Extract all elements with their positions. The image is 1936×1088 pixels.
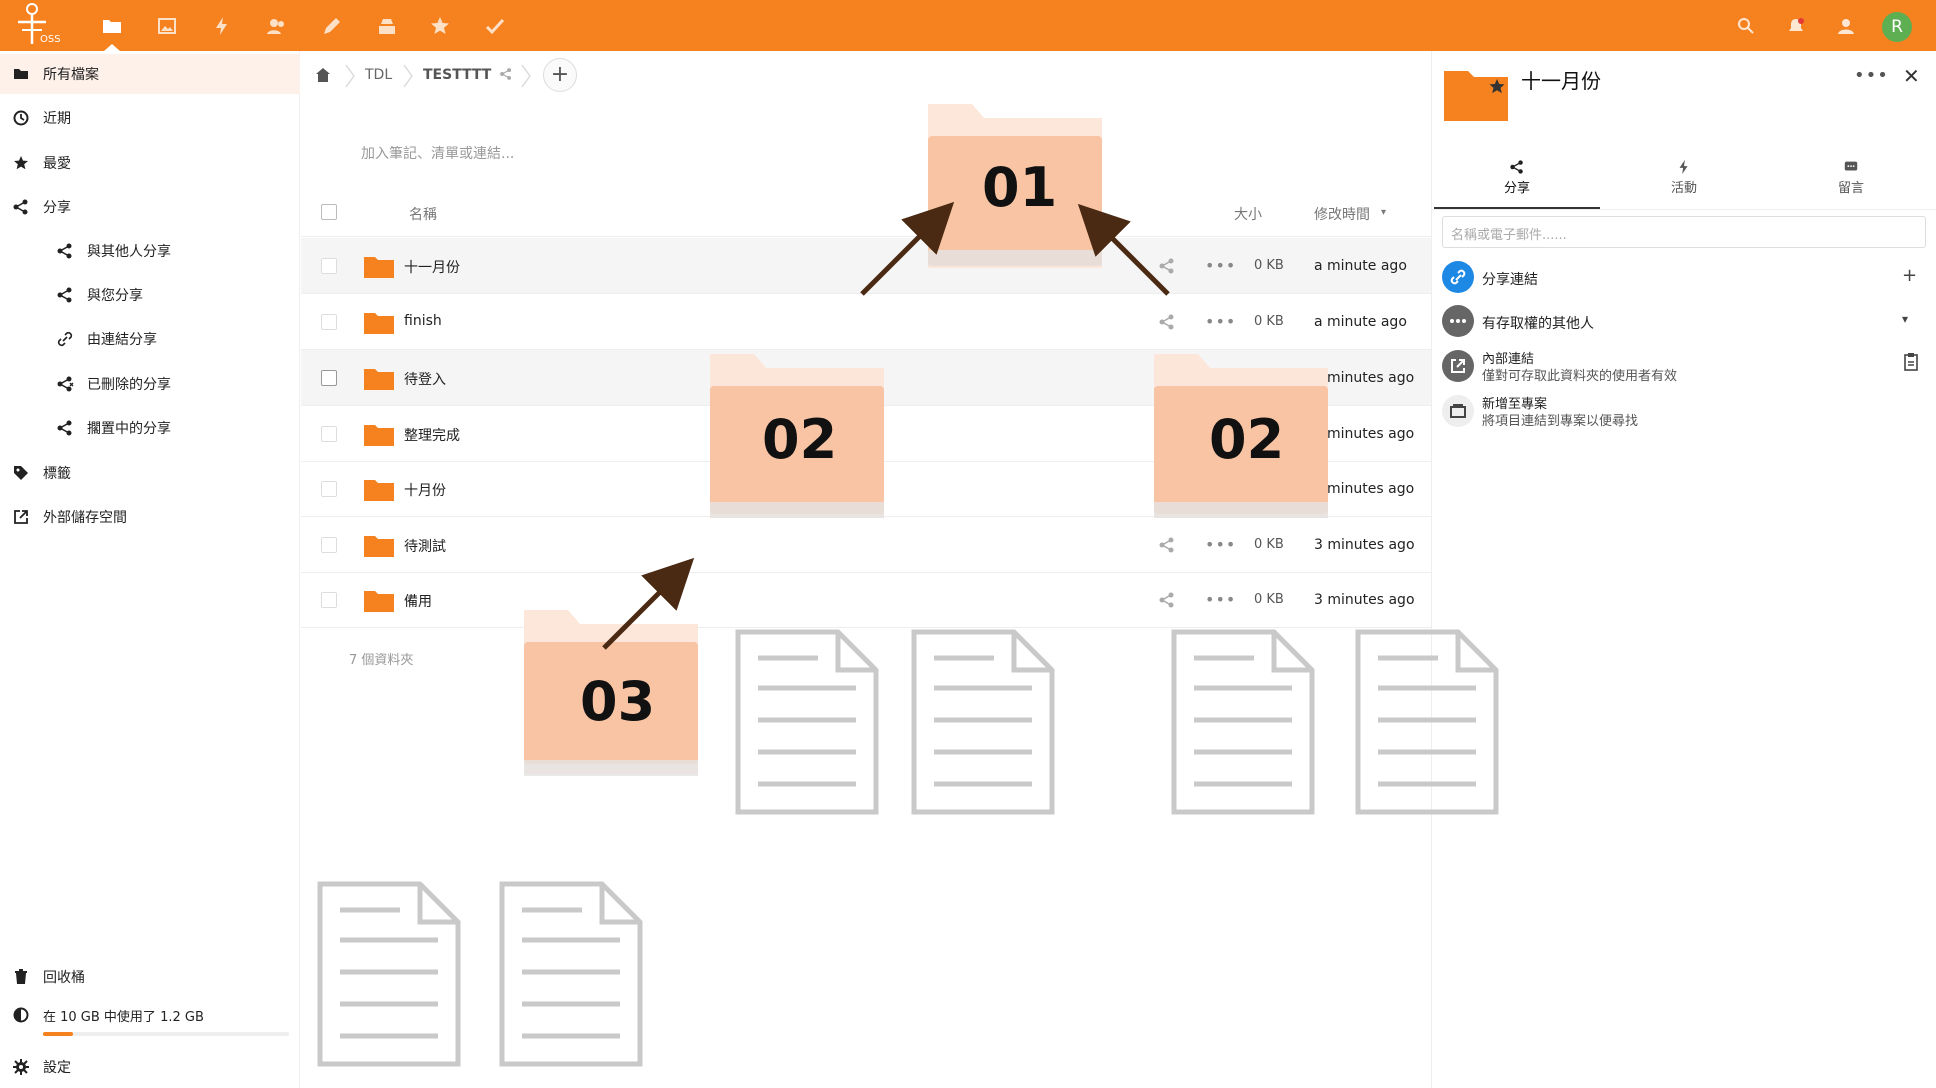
document-icon [735, 629, 879, 815]
tutorial-arrow [1077, 203, 1170, 296]
document-icon [911, 629, 1055, 815]
tutorial-label-02-left: 02 [762, 408, 838, 471]
document-icon [1355, 629, 1499, 815]
tutorial-overlay [317, 104, 1499, 1067]
tutorial-label-02-right: 02 [1209, 408, 1285, 471]
document-icon [499, 881, 643, 1067]
document-icon [1171, 629, 1315, 815]
tutorial-label-03: 03 [580, 670, 656, 733]
tutorial-label-01: 01 [982, 156, 1058, 219]
document-icon [317, 881, 461, 1067]
